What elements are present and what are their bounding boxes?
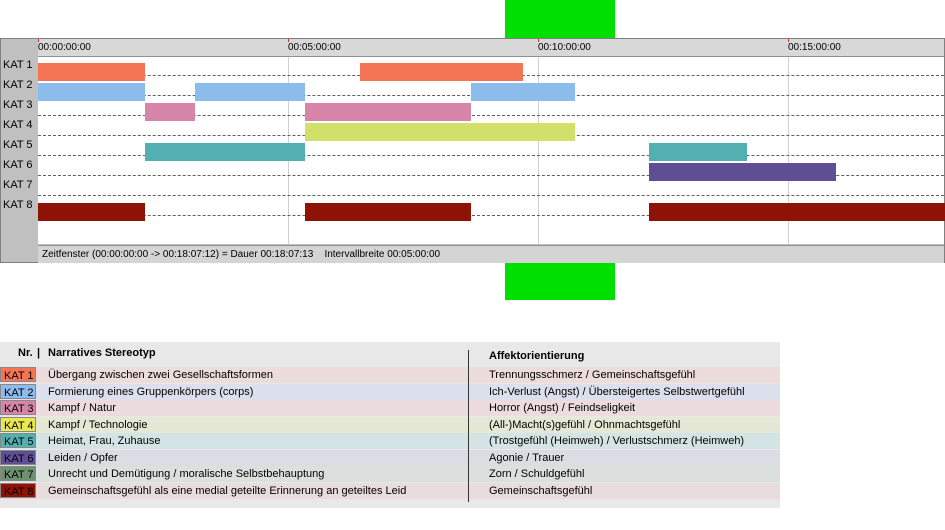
legend-header-nr: Nr. [18,347,33,359]
timeline-segment[interactable] [360,63,524,81]
affekt-text: Zorn / Schuldgefühl [489,468,585,480]
timeline-segment[interactable] [305,123,576,141]
row-label: KAT 7 [3,179,33,191]
ruler-tick-label: 00:00:00:00 [38,42,91,53]
row-label: KAT 3 [3,99,33,111]
timeline-segment[interactable] [648,163,837,181]
affekt-text: (Trostgefühl (Heimweh) / Verlustschmerz … [489,435,745,447]
row-label: KAT 8 [3,199,33,211]
affekt-text: Agonie / Trauer [489,451,565,464]
stereotyp-text: Leiden / Opfer [48,451,118,464]
category-badge: KAT 1 [0,367,36,382]
category-badge: KAT 2 [0,383,36,399]
legend-header-affekt: Affektorientierung [489,350,585,362]
row-label: KAT 1 [3,59,33,71]
timeline-plot[interactable] [38,57,945,244]
timeline-segment[interactable] [38,63,146,81]
timeline-segment[interactable] [38,83,146,101]
ruler-tick-label: 00:10:00:00 [538,42,591,53]
legend-header-stereotyp: Narratives Stereotyp [48,347,156,359]
row-guide-line [38,195,944,196]
timeline-segment[interactable] [305,203,471,221]
legend-row: KAT 5 Heimat, Frau, Zuhause (Trostgefühl (… [0,433,780,449]
legend-header-divider: | [37,347,41,359]
ruler-tick-label: 00:05:00:00 [288,42,341,53]
category-badge: KAT 8 [0,482,36,498]
affekt-text: Ich-Verlust (Angst) / Übersteigertes Sel… [489,385,745,398]
timeline-segment[interactable] [145,103,195,121]
row-label: KAT 2 [3,79,33,91]
status-window: Zeitfenster (00:00:00:00 -> 00:18:07:12)… [42,249,314,260]
category-badge: KAT 6 [0,449,36,465]
legend-table: Nr. | Narratives Stereotyp Affektorienti… [0,342,780,508]
legend-row: KAT 2 Formierung eines Gruppenkörpers (co… [0,383,780,400]
timeline-segment[interactable] [648,143,748,161]
timeline-segment[interactable] [145,143,306,161]
affekt-text: Horror (Angst) / Feindseligkeit [489,402,636,414]
category-badge: KAT 4 [0,416,36,432]
ruler-tick-label: 00:15:00:00 [788,42,841,53]
timeline-segment[interactable] [305,103,471,121]
stereotyp-text: Unrecht und Demütigung / moralische Selb… [48,468,325,480]
timeline-segment[interactable] [194,83,306,101]
stereotyp-text: Kampf / Technologie [48,418,148,431]
category-badge: KAT 3 [0,400,36,415]
affekt-text: Trennungsschmerz / Gemeinschaftsgefühl [489,369,696,381]
legend-row: KAT 3 Kampf / Natur Horror (Angst) / Feind… [0,400,780,416]
timeline-segment[interactable] [470,83,576,101]
legend-row: KAT 4 Kampf / Technologie (All-)Macht(s)ge… [0,416,780,433]
legend-row: KAT 8 Gemeinschaftsgefühl als eine medial… [0,482,780,499]
green-marker-bottom [505,263,615,300]
row-label: KAT 5 [3,139,33,151]
status-interval: Intervallbreite 00:05:00:00 [324,249,441,260]
timeline-segment[interactable] [38,203,146,221]
timeline-segment[interactable] [648,203,945,221]
stereotyp-text: Formierung eines Gruppenkörpers (corps) [48,385,254,398]
stereotyp-text: Kampf / Natur [48,402,116,414]
affekt-text: Gemeinschaftsgefühl [489,484,593,497]
row-label: KAT 4 [3,119,33,131]
stereotyp-text: Übergang zwischen zwei Gesellschaftsform… [48,369,273,381]
time-ruler[interactable]: 00:00:00:00 00:05:00:00 00:10:00:00 00:15:0… [38,39,944,57]
row-label: KAT 6 [3,159,33,171]
green-marker-top [505,0,615,38]
legend-row: KAT 1 Übergang zwischen zwei Gesellschaft… [0,367,780,383]
category-badge: KAT 7 [0,466,36,481]
stereotyp-text: Heimat, Frau, Zuhause [48,435,161,447]
affekt-text: (All-)Macht(s)gefühl / Ohnmachtsgefühl [489,418,681,431]
status-bar: Zeitfenster (00:00:00:00 -> 00:18:07:12)… [38,245,944,263]
stereotyp-text: Gemeinschaftsgefühl als eine medial gete… [48,484,407,497]
legend-row: KAT 6 Leiden / Opfer Agonie / Trauer [0,449,780,466]
category-badge: KAT 5 [0,433,36,448]
timeline-panel: 00:00:00:00 00:05:00:00 00:10:00:00 00:15:0… [0,38,945,263]
legend-row: KAT 7 Unrecht und Demütigung / moralische… [0,466,780,482]
legend-divider [468,350,469,502]
